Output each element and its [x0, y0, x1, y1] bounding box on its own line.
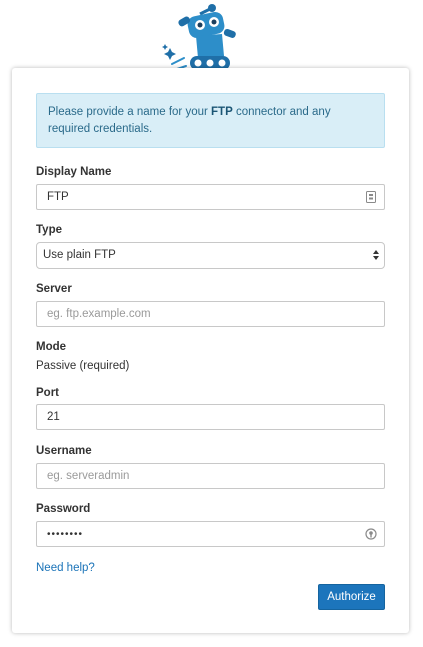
- display-name-input[interactable]: [36, 184, 385, 210]
- display-name-label: Display Name: [36, 166, 112, 178]
- info-message: Please provide a name for your FTP conne…: [36, 93, 385, 148]
- authorize-button[interactable]: Authorize: [318, 584, 385, 610]
- robot-mascot-icon: [162, 4, 236, 71]
- contact-card-icon: [366, 191, 376, 203]
- select-arrows-icon: [373, 250, 379, 260]
- connector-name: FTP: [211, 106, 233, 118]
- server-input[interactable]: [36, 301, 385, 327]
- username-label: Username: [36, 445, 92, 457]
- connector-form-card: Please provide a name for your FTP conne…: [12, 68, 409, 633]
- type-select[interactable]: Use plain FTP: [36, 242, 385, 269]
- server-label: Server: [36, 283, 72, 295]
- mode-label: Mode: [36, 341, 67, 353]
- port-input[interactable]: [36, 404, 385, 430]
- password-manager-icon[interactable]: [365, 528, 377, 540]
- type-label: Type: [36, 224, 62, 236]
- type-selected-value: Use plain FTP: [43, 249, 116, 261]
- port-label: Port: [36, 387, 59, 399]
- need-help-link[interactable]: Need help?: [36, 562, 95, 574]
- username-input[interactable]: [36, 463, 385, 489]
- password-input[interactable]: [36, 521, 385, 547]
- password-label: Password: [36, 503, 91, 515]
- mode-value: Passive (required): [36, 360, 130, 372]
